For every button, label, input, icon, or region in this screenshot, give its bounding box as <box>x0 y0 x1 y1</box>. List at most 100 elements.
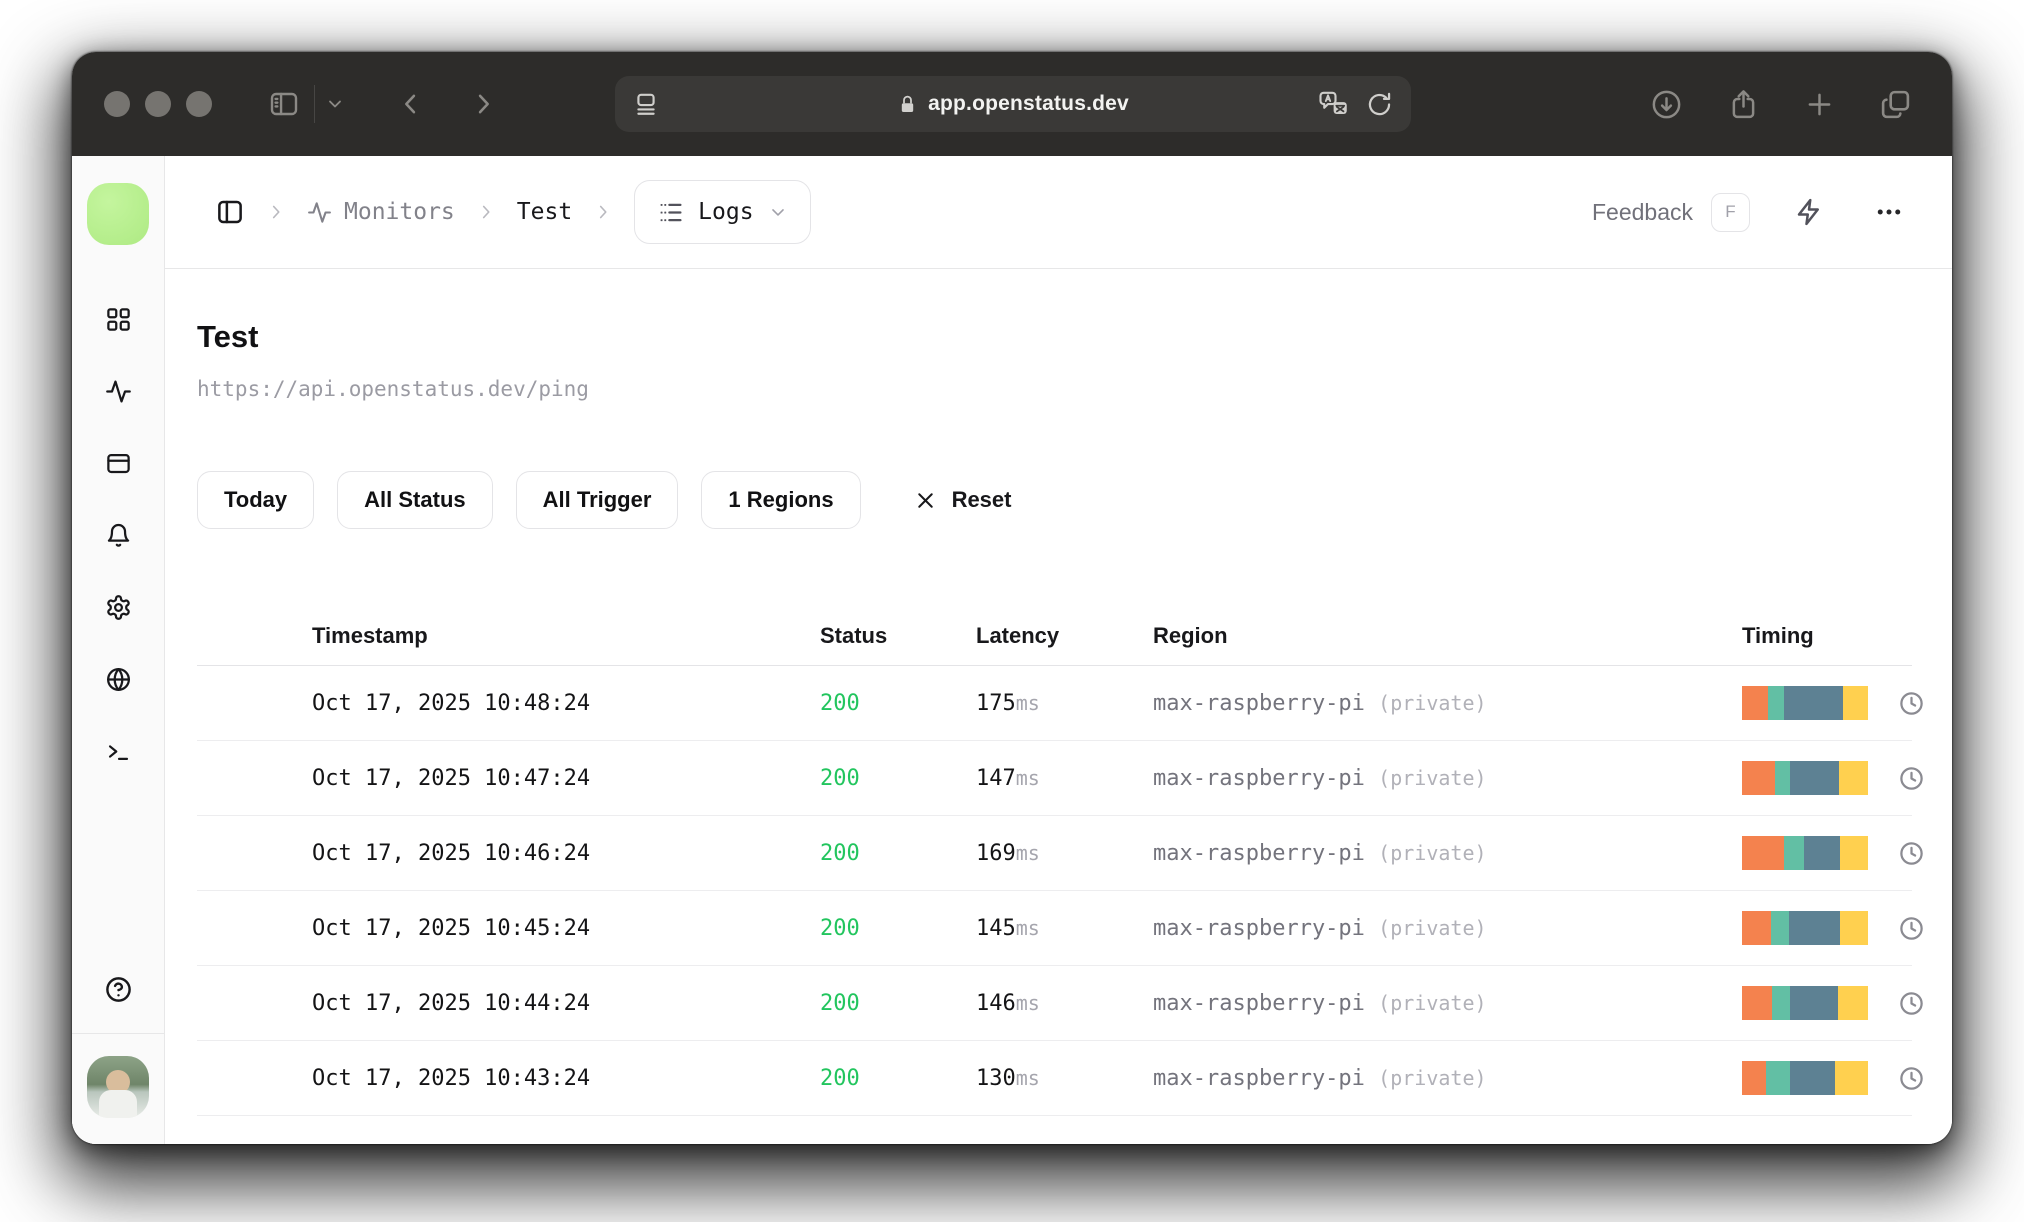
col-timing[interactable]: Timing <box>1742 623 1868 649</box>
latency-unit: ms <box>1015 690 1040 715</box>
timing-segment <box>1789 761 1839 795</box>
toolbar-divider <box>314 85 315 123</box>
log-timestamp: Oct 17, 2025 10:44:24 <box>312 990 591 1016</box>
ellipsis-icon <box>1877 209 1901 215</box>
browser-window: app.openstatus.dev Monitors Test Logs Fe… <box>72 52 1952 1144</box>
log-latency: 169 <box>976 840 1016 866</box>
timing-segment <box>1783 686 1843 720</box>
back-button[interactable] <box>397 90 425 118</box>
traffic-lights[interactable] <box>104 91 212 117</box>
chevron-right-icon <box>265 201 287 223</box>
sidebar-toggle-icon[interactable] <box>268 88 300 120</box>
status-filter-button[interactable]: All Status <box>337 471 493 529</box>
more-menu-button[interactable] <box>1874 197 1904 227</box>
translate-icon[interactable] <box>1316 89 1350 119</box>
timing-segment <box>1840 836 1868 870</box>
timing-segment <box>1742 986 1773 1020</box>
workspace-avatar[interactable] <box>87 183 149 245</box>
log-timestamp: Oct 17, 2025 10:47:24 <box>312 765 591 791</box>
page-format-icon[interactable] <box>633 91 659 117</box>
minimize-window-button[interactable] <box>145 91 171 117</box>
sidebar-item-settings[interactable] <box>104 593 132 621</box>
timing-segment <box>1742 1061 1766 1095</box>
clock-icon[interactable] <box>1898 690 1925 717</box>
user-avatar[interactable] <box>87 1056 149 1118</box>
log-row[interactable]: Oct 17, 2025 10:43:24 200 130ms max-rasp… <box>197 1041 1923 1116</box>
close-icon <box>917 492 933 508</box>
downloads-button[interactable] <box>1650 88 1683 121</box>
log-latency: 130 <box>976 1065 1016 1091</box>
sidebar-item-status-pages[interactable] <box>104 449 132 477</box>
breadcrumb-monitors[interactable]: Monitors <box>307 199 455 225</box>
breadcrumb-monitor-name[interactable]: Test <box>517 199 572 225</box>
tab-overview-button[interactable] <box>1879 88 1912 121</box>
sidebar-item-notifications[interactable] <box>104 521 132 549</box>
address-bar[interactable]: app.openstatus.dev <box>615 76 1411 132</box>
log-row[interactable]: Oct 17, 2025 10:44:24 200 146ms max-rasp… <box>197 966 1923 1041</box>
card-icon <box>106 453 130 473</box>
sidebar-item-monitors[interactable] <box>104 377 132 405</box>
timing-segment <box>1774 761 1790 795</box>
help-button[interactable] <box>104 975 133 1009</box>
timing-bar <box>1742 986 1868 1020</box>
app-header: Monitors Test Logs Feedback F <box>165 156 1952 269</box>
log-latency: 175 <box>976 690 1016 716</box>
reset-filters-button[interactable]: Reset <box>914 487 1011 513</box>
sidebar-item-dashboard[interactable] <box>104 305 132 333</box>
timing-segment <box>1789 986 1838 1020</box>
log-row[interactable]: Oct 17, 2025 10:46:24 200 169ms max-rasp… <box>197 816 1923 891</box>
quick-actions-button[interactable] <box>1794 197 1824 227</box>
col-region[interactable]: Region <box>1153 623 1742 649</box>
timing-bar <box>1742 836 1868 870</box>
log-status: 200 <box>820 915 860 941</box>
timing-bar <box>1742 1061 1868 1095</box>
timing-segment <box>1783 836 1804 870</box>
sidebar-item-domains[interactable] <box>104 665 132 693</box>
table-header: Timestamp Status Latency Region Timing <box>197 607 1912 666</box>
timing-segment <box>1838 761 1868 795</box>
log-row[interactable]: Oct 17, 2025 10:48:24 200 175ms max-rasp… <box>197 666 1923 741</box>
chevron-right-icon <box>592 201 614 223</box>
col-timestamp[interactable]: Timestamp <box>312 623 820 649</box>
clock-icon[interactable] <box>1898 915 1925 942</box>
chevron-down-icon[interactable] <box>325 94 345 114</box>
date-filter-button[interactable]: Today <box>197 471 315 529</box>
timing-segment <box>1772 986 1790 1020</box>
page-title: Test <box>197 319 259 354</box>
screenshot: app.openstatus.dev Monitors Test Logs Fe… <box>0 0 2024 1222</box>
share-button[interactable] <box>1727 88 1760 121</box>
filter-bar: Today All Status All Trigger 1 Regions R… <box>197 471 1912 529</box>
sidebar-item-cli[interactable] <box>104 737 132 765</box>
activity-icon <box>105 379 131 403</box>
url-text: app.openstatus.dev <box>928 92 1129 115</box>
lightning-icon <box>1797 198 1819 226</box>
new-tab-button[interactable] <box>1804 89 1835 120</box>
lock-icon <box>897 94 918 115</box>
timing-bar <box>1742 911 1868 945</box>
feedback-button[interactable]: Feedback <box>1592 199 1693 226</box>
reload-icon[interactable] <box>1366 91 1393 118</box>
clock-icon[interactable] <box>1898 840 1925 867</box>
clock-icon[interactable] <box>1898 1065 1925 1092</box>
view-selector-label: Logs <box>698 199 754 225</box>
zoom-window-button[interactable] <box>186 91 212 117</box>
view-selector-button[interactable]: Logs <box>634 180 811 244</box>
close-window-button[interactable] <box>104 91 130 117</box>
gear-icon <box>106 594 130 620</box>
clock-icon[interactable] <box>1898 990 1925 1017</box>
log-region: max-raspberry-pi <box>1153 690 1365 716</box>
col-latency[interactable]: Latency <box>976 623 1153 649</box>
timing-segment <box>1770 911 1789 945</box>
log-status: 200 <box>820 990 860 1016</box>
log-row[interactable]: Oct 17, 2025 10:47:24 200 147ms max-rasp… <box>197 741 1923 816</box>
panel-toggle-icon[interactable] <box>215 197 245 227</box>
clock-icon[interactable] <box>1898 765 1925 792</box>
log-timestamp: Oct 17, 2025 10:48:24 <box>312 690 591 716</box>
regions-filter-button[interactable]: 1 Regions <box>701 471 861 529</box>
log-row[interactable]: Oct 17, 2025 10:45:24 200 145ms max-rasp… <box>197 891 1923 966</box>
feedback-shortcut-badge: F <box>1711 192 1750 232</box>
timing-bar <box>1742 686 1868 720</box>
forward-button[interactable] <box>469 90 497 118</box>
col-status[interactable]: Status <box>820 623 976 649</box>
trigger-filter-button[interactable]: All Trigger <box>515 471 679 529</box>
